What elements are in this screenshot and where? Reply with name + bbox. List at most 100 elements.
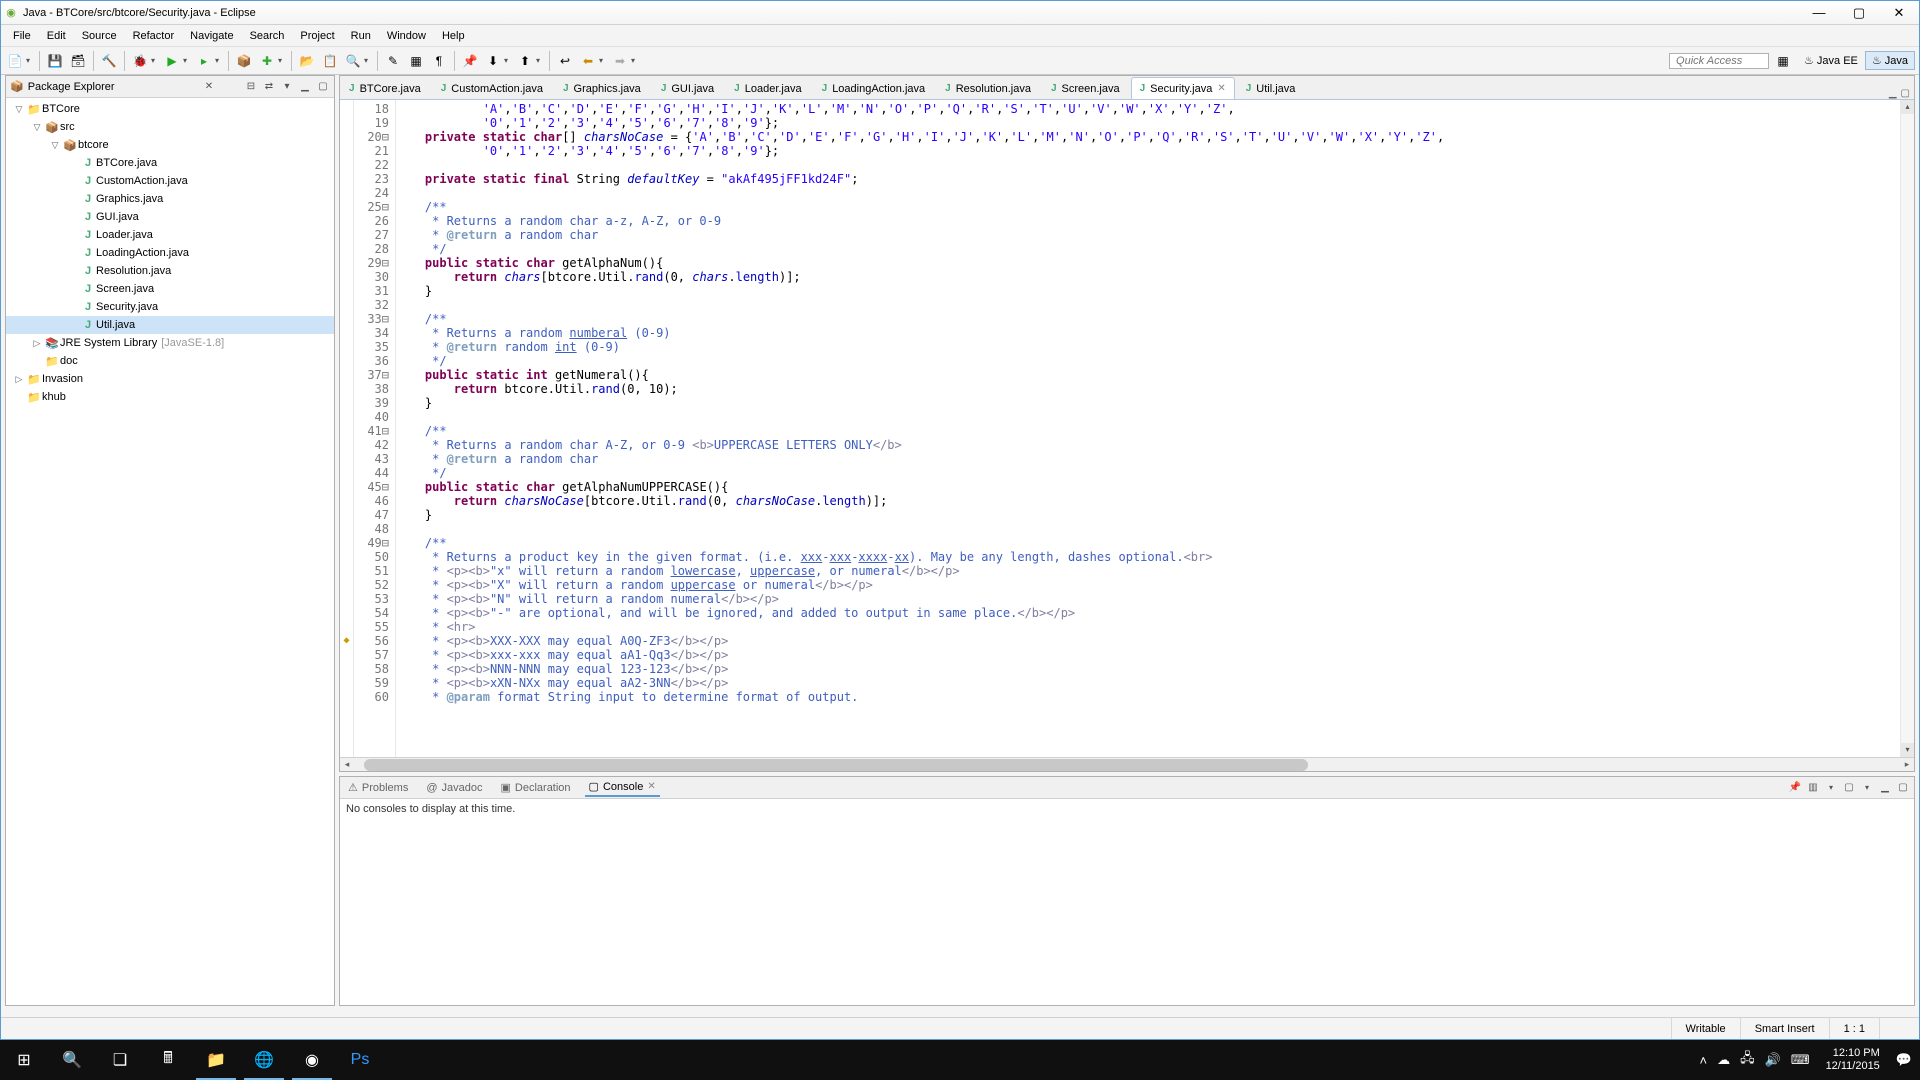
editor-tab-gui-java[interactable]: JGUI.java (652, 77, 723, 99)
debug-button[interactable]: 🐞 (130, 51, 150, 71)
tree-item-btcore[interactable]: ▽📁BTCore (6, 100, 334, 118)
editor-minimize-button[interactable]: ▁ (1889, 88, 1897, 99)
eclipse-app[interactable]: ◉ (288, 1040, 336, 1080)
tray-keyboard-icon[interactable]: ⌨ (1791, 1052, 1810, 1068)
task-view-button[interactable]: ❏ (96, 1040, 144, 1080)
tree-twisty[interactable]: ▽ (30, 122, 44, 133)
next-anno-dropdown[interactable]: ▾ (504, 56, 512, 65)
menu-navigate[interactable]: Navigate (182, 28, 241, 44)
chrome-app[interactable]: 🌐 (240, 1040, 288, 1080)
new-class-dropdown[interactable]: ▾ (278, 56, 286, 65)
editor-tab-loader-java[interactable]: JLoader.java (725, 77, 810, 99)
save-all-button[interactable]: 🗃 (68, 51, 88, 71)
tree-item-util-java[interactable]: JUtil.java (6, 316, 334, 334)
tray-network-icon[interactable]: 🖧 (1740, 1049, 1755, 1071)
editor-tab-screen-java[interactable]: JScreen.java (1042, 77, 1129, 99)
editor-tab-resolution-java[interactable]: JResolution.java (936, 77, 1040, 99)
maximize-button[interactable]: ▢ (1839, 1, 1879, 25)
open-console-button[interactable]: ▢ (1842, 781, 1856, 795)
menu-help[interactable]: Help (434, 28, 473, 44)
tray-onedrive-icon[interactable]: ☁ (1717, 1052, 1730, 1068)
tree-twisty[interactable]: ▷ (12, 374, 26, 385)
toggle-mark-button[interactable]: ✎ (383, 51, 403, 71)
show-whitespace-button[interactable]: ¶ (429, 51, 449, 71)
forward-dropdown[interactable]: ▾ (631, 56, 639, 65)
collapse-all-button[interactable]: ⊟ (244, 80, 258, 94)
editor-tab-btcore-java[interactable]: JBTCore.java (340, 77, 430, 99)
hscroll-thumb[interactable] (364, 759, 1308, 771)
menu-project[interactable]: Project (292, 28, 342, 44)
tree-item-screen-java[interactable]: JScreen.java (6, 280, 334, 298)
tray-chevron-icon[interactable]: ˄ (1700, 1053, 1708, 1068)
open-type-button[interactable]: 📂 (297, 51, 317, 71)
search-button-taskbar[interactable]: 🔍 (48, 1040, 96, 1080)
tree-twisty[interactable]: ▽ (48, 140, 62, 151)
build-button[interactable]: 🔨 (99, 51, 119, 71)
file-explorer-app[interactable]: 📁 (192, 1040, 240, 1080)
back-button[interactable]: ⬅ (578, 51, 598, 71)
editor-tab-graphics-java[interactable]: JGraphics.java (554, 77, 650, 99)
scroll-down-button[interactable]: ▾ (1901, 743, 1914, 757)
tray-notifications-icon[interactable]: 💬 (1896, 1052, 1912, 1068)
editor-tab-security-java[interactable]: JSecurity.java✕ (1131, 77, 1235, 99)
tree-item-btcore[interactable]: ▽📦btcore (6, 136, 334, 154)
run-last-button[interactable]: ▸ (194, 51, 214, 71)
run-dropdown[interactable]: ▾ (183, 56, 191, 65)
tree-item-resolution-java[interactable]: JResolution.java (6, 262, 334, 280)
back-dropdown[interactable]: ▾ (599, 56, 607, 65)
perspective-java[interactable]: ♨Java (1865, 51, 1915, 70)
menu-run[interactable]: Run (343, 28, 379, 44)
prev-annotation-button[interactable]: ⬆ (515, 51, 535, 71)
menu-search[interactable]: Search (242, 28, 293, 44)
bottom-tab-javadoc[interactable]: @Javadoc (422, 780, 486, 796)
pe-close-icon[interactable]: ✕ (202, 80, 216, 94)
tree-item-graphics-java[interactable]: JGraphics.java (6, 190, 334, 208)
project-tree[interactable]: ▽📁BTCore▽📦src▽📦btcoreJBTCore.javaJCustom… (6, 98, 334, 1005)
last-edit-button[interactable]: ↩ (555, 51, 575, 71)
tray-volume-icon[interactable]: 🔊 (1765, 1052, 1781, 1068)
bottom-tab-declaration[interactable]: ▣Declaration (497, 779, 575, 796)
quick-access-input[interactable] (1669, 53, 1769, 69)
run-button[interactable]: ▶ (162, 51, 182, 71)
tab-close-icon[interactable]: ✕ (1217, 83, 1225, 94)
scroll-up-button[interactable]: ▴ (1901, 100, 1914, 114)
tab-close-icon[interactable]: ✕ (647, 781, 655, 792)
tree-item-doc[interactable]: 📁doc (6, 352, 334, 370)
hscroll-left[interactable]: ◂ (340, 759, 354, 770)
next-annotation-button[interactable]: ⬇ (483, 51, 503, 71)
editor-maximize-button[interactable]: ▢ (1901, 88, 1910, 99)
search-button[interactable]: 🔍 (343, 51, 363, 71)
console-maximize-button[interactable]: ▢ (1896, 781, 1910, 795)
save-button[interactable]: 💾 (45, 51, 65, 71)
calculator-app[interactable]: 🖩 (144, 1040, 192, 1080)
tree-item-loader-java[interactable]: JLoader.java (6, 226, 334, 244)
menu-window[interactable]: Window (379, 28, 434, 44)
debug-dropdown[interactable]: ▾ (151, 56, 159, 65)
line-number-gutter[interactable]: 181920⊟2122232425⊟26272829⊟30313233⊟3435… (354, 100, 396, 757)
console-minimize-button[interactable]: ▁ (1878, 781, 1892, 795)
hscroll-right[interactable]: ▸ (1900, 759, 1914, 770)
run-last-dropdown[interactable]: ▾ (215, 56, 223, 65)
toggle-block-button[interactable]: ▦ (406, 51, 426, 71)
editor-tab-loadingaction-java[interactable]: JLoadingAction.java (813, 77, 935, 99)
bottom-tab-console[interactable]: ▢Console ✕ (585, 778, 660, 797)
start-button[interactable]: ⊞ (0, 1040, 48, 1080)
tree-twisty[interactable]: ▽ (12, 104, 26, 115)
code-editor[interactable]: 'A','B','C','D','E','F','G','H','I','J',… (396, 100, 1900, 757)
display-console-dropdown[interactable]: ▾ (1824, 781, 1838, 795)
pin-console-button[interactable]: 📌 (1788, 781, 1802, 795)
new-dropdown[interactable]: ▾ (26, 56, 34, 65)
perspective-java-ee[interactable]: ♨Java EE (1797, 51, 1865, 70)
maximize-view-button[interactable]: ▢ (316, 80, 330, 94)
link-editor-button[interactable]: ⇄ (262, 80, 276, 94)
minimize-button[interactable]: — (1799, 1, 1839, 25)
tree-item-customaction-java[interactable]: JCustomAction.java (6, 172, 334, 190)
annotation-button[interactable]: 📌 (460, 51, 480, 71)
photoshop-app[interactable]: Ps (336, 1040, 384, 1080)
bottom-tab-problems[interactable]: ⚠Problems (344, 779, 412, 796)
tree-item-jre-system-library[interactable]: ▷📚JRE System Library[JavaSE-1.8] (6, 334, 334, 352)
tree-item-gui-java[interactable]: JGUI.java (6, 208, 334, 226)
menu-source[interactable]: Source (74, 28, 125, 44)
tree-item-khub[interactable]: 📁khub (6, 388, 334, 406)
view-menu-button[interactable]: ▾ (280, 80, 294, 94)
